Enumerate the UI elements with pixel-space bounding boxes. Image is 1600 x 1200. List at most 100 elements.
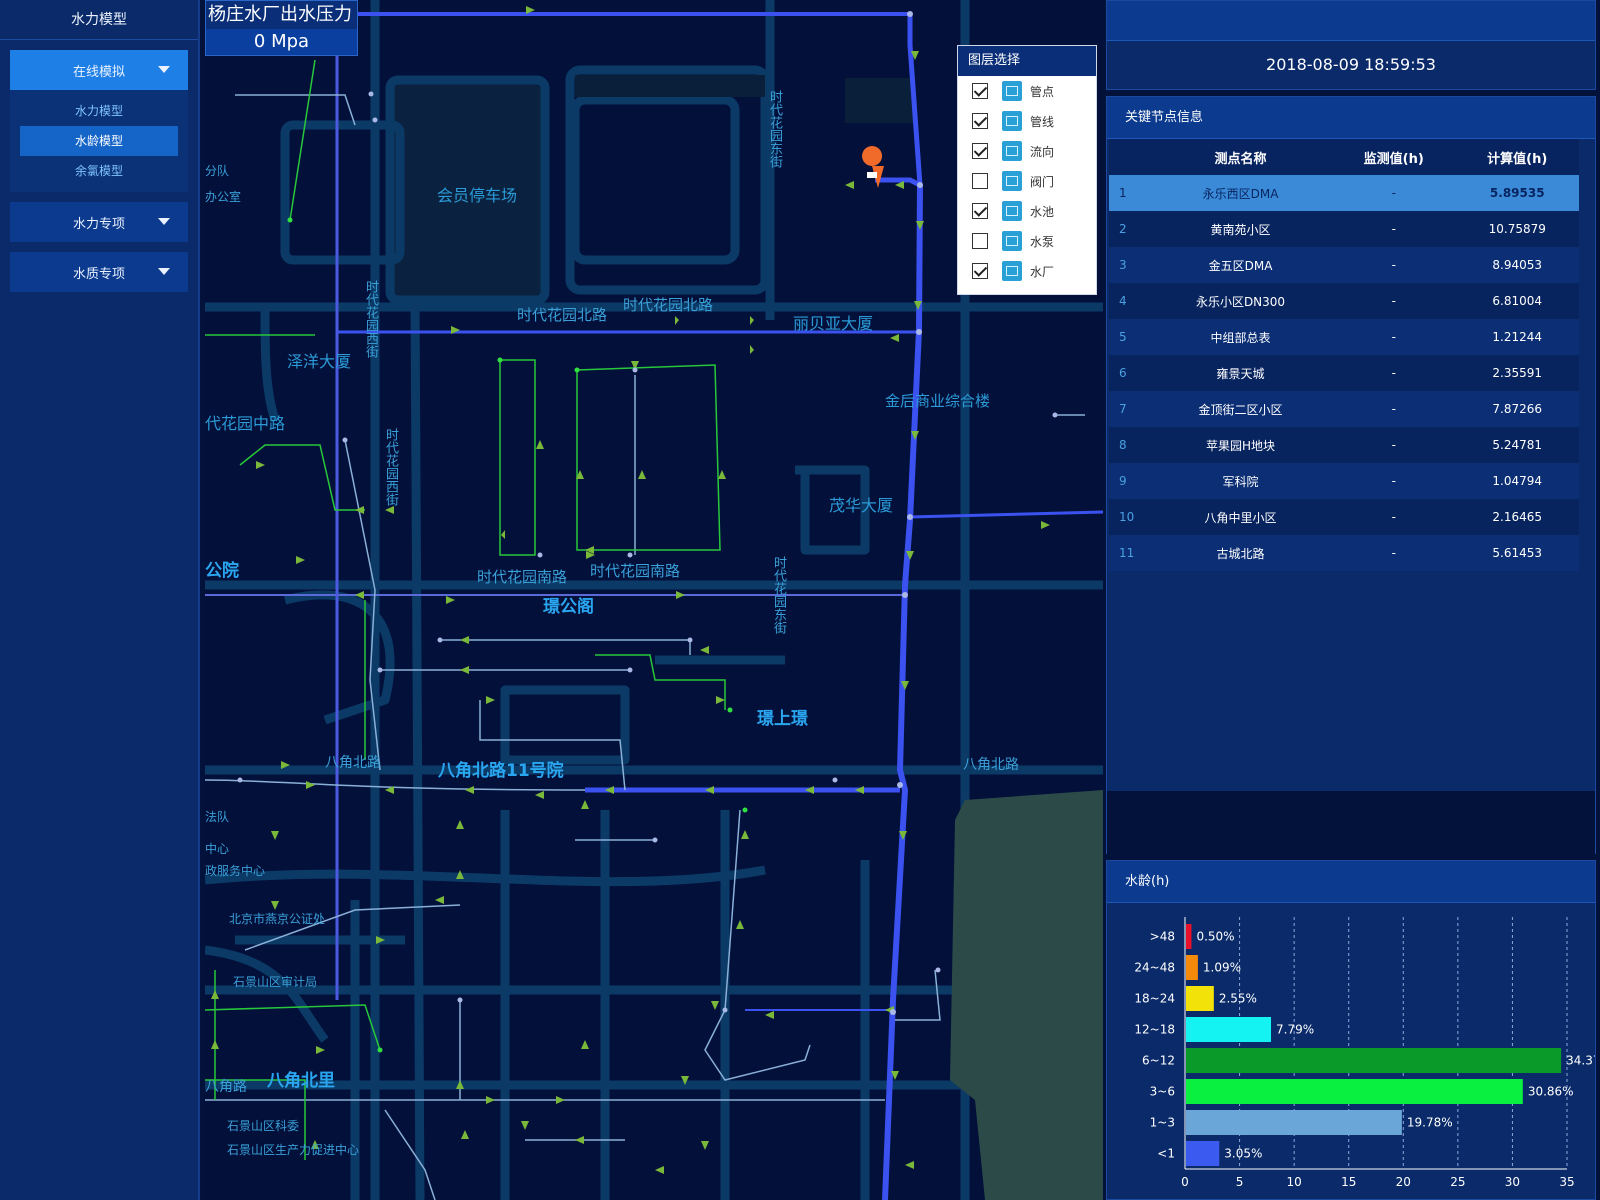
park-area [950, 790, 1103, 1200]
data-label: 34.37 [1566, 1054, 1595, 1068]
accordion-hydraulic-special: 水力专项 [10, 202, 188, 242]
layer-label: 水厂 [1030, 264, 1055, 279]
data-label: 3.05% [1224, 1147, 1262, 1161]
row-name: 永乐小区DN300 [1149, 283, 1332, 319]
column-header-idx [1109, 139, 1149, 175]
row-monitor-value: - [1332, 283, 1456, 319]
table-row[interactable]: 9 军科院 -1.04794 [1109, 463, 1579, 499]
layer-row[interactable]: 水池 [958, 196, 1096, 226]
map-label: 八角北里 [267, 1071, 335, 1091]
bar [1186, 986, 1214, 1011]
layer-row[interactable]: 阀门 [958, 166, 1096, 196]
accordion-header-hydraulic-special[interactable]: 水力专项 [10, 202, 188, 242]
table-row[interactable]: 7 金顶街二区小区 -7.87266 [1109, 391, 1579, 427]
layer-row[interactable]: 管线 [958, 106, 1096, 136]
layer-checkbox[interactable] [972, 143, 988, 159]
row-calc-value: 5.89535 [1455, 175, 1579, 211]
accordion-quality-special: 水质专项 [10, 252, 188, 292]
map-label: 金后商业综合楼 [885, 392, 991, 410]
datetime-panel: 2018-08-09 18:59:53 [1106, 0, 1596, 90]
water-age-chart: 0 5 10 15 20 25 30 35 >48 0.50% 24~48 1.09% 18~24 2.5… [1134, 917, 1595, 1189]
map-label: 中心 [205, 842, 230, 856]
layer-checkbox[interactable] [972, 83, 988, 99]
x-tick-label: 10 [1287, 1175, 1302, 1189]
category-label: 18~24 [1134, 992, 1175, 1006]
table-row[interactable]: 4 永乐小区DN300-6.81004 [1109, 283, 1579, 319]
row-name: 中组部总表 [1149, 319, 1332, 355]
map-label: 八角路 [205, 1079, 247, 1095]
table-row[interactable]: 1 永乐西区DMA -5.89535 [1109, 175, 1579, 211]
row-calc-value: 5.61453 [1455, 535, 1579, 571]
accordion-header-quality-special[interactable]: 水质专项 [10, 252, 188, 292]
row-name: 黄南苑小区 [1149, 211, 1332, 247]
accordion-label: 水力专项 [72, 216, 125, 232]
layer-icon [1002, 261, 1022, 281]
bar [1186, 924, 1192, 949]
row-name: 雍景天城 [1149, 355, 1332, 391]
sidebar-item-hydraulic-model[interactable]: 水力模型 [20, 96, 178, 126]
layer-icon [1002, 231, 1022, 251]
map-label: 八角北路11号院 [438, 761, 564, 781]
category-label: 24~48 [1134, 961, 1175, 975]
table-row[interactable]: 8 苹果园H地块 -5.24781 [1109, 427, 1579, 463]
row-index: 7 [1109, 391, 1149, 427]
map-label: 政服务中心 [205, 864, 266, 878]
layer-checkbox[interactable] [972, 233, 988, 249]
accordion-label: 水质专项 [72, 266, 125, 282]
table-row[interactable]: 3 金五区DMA -8.94053 [1109, 247, 1579, 283]
left-sidebar: 水力模型 在线模拟 水力模型 水龄模型 余氯模型 水力专项 水质专项 [0, 0, 200, 1200]
map-block [575, 75, 765, 97]
layer-checkbox[interactable] [972, 263, 988, 279]
pressure-value: 0 Mpa [253, 31, 310, 52]
right-panels: 2018-08-09 18:59:53 关键节点信息 测点名称 监测值(h) 计… [1106, 0, 1600, 1200]
row-index: 2 [1109, 211, 1149, 247]
row-index: 9 [1109, 463, 1149, 499]
category-label: 3~6 [1150, 1085, 1175, 1099]
row-index: 10 [1109, 499, 1149, 535]
accordion-online-sim: 在线模拟 水力模型 水龄模型 余氯模型 [10, 50, 188, 192]
row-index: 11 [1109, 535, 1149, 571]
map-label: 时代花园东街 [771, 556, 786, 634]
x-tick-label: 20 [1396, 1175, 1411, 1189]
layer-row[interactable]: 水厂 [958, 256, 1096, 286]
row-calc-value: 1.21244 [1455, 319, 1579, 355]
table-row[interactable]: 10 八角中里小区 -2.16465 [1109, 499, 1579, 535]
x-tick-label: 25 [1450, 1175, 1465, 1189]
row-index: 5 [1109, 319, 1149, 355]
layer-checkbox[interactable] [972, 113, 988, 129]
accordion-header-online-sim[interactable]: 在线模拟 [10, 50, 188, 90]
row-index: 6 [1109, 355, 1149, 391]
row-calc-value: 2.35591 [1455, 355, 1579, 391]
data-label: 0.50% [1196, 930, 1234, 944]
layer-panel: 图层选择 管点 管线 流向 阀门 水池 水泵 水厂 [957, 45, 1097, 295]
chevron-down-icon [158, 218, 170, 225]
key-node-panel-title: 关键节点信息 [1107, 97, 1595, 139]
map-label: 泽洋大厦 [287, 352, 352, 371]
row-monitor-value: - [1332, 247, 1456, 283]
sidebar-item-chlorine-model[interactable]: 余氯模型 [20, 156, 178, 186]
category-label: 12~18 [1134, 1023, 1175, 1037]
layer-row[interactable]: 水泵 [958, 226, 1096, 256]
plant-pressure-box: 杨庄水厂出水压力 0 Mpa [205, 0, 358, 56]
layer-checkbox[interactable] [972, 203, 988, 219]
table-row[interactable]: 6 雍景天城 -2.35591 [1109, 355, 1579, 391]
map-label: 时代花园西街 [383, 428, 398, 506]
x-tick-label: 0 [1181, 1175, 1189, 1189]
map-label: 石景山区生产力促进中心 [227, 1143, 360, 1157]
bar [1186, 955, 1198, 980]
row-index: 8 [1109, 427, 1149, 463]
row-name: 八角中里小区 [1149, 499, 1332, 535]
row-index: 3 [1109, 247, 1149, 283]
table-row[interactable]: 5 中组部总表 -1.21244 [1109, 319, 1579, 355]
column-header-name: 测点名称 [1149, 139, 1332, 175]
table-row[interactable]: 11 古城北路 -5.61453 [1109, 535, 1579, 571]
layer-row[interactable]: 流向 [958, 136, 1096, 166]
layer-row[interactable]: 管点 [958, 76, 1096, 106]
sidebar-item-water-age-model[interactable]: 水龄模型 [20, 126, 178, 156]
layer-checkbox[interactable] [972, 173, 988, 189]
network-map[interactable]: 会员停车场 时代花园北路 时代花园北路 丽贝亚大厦 泽洋大厦 金后商业综合楼 代… [205, 0, 1103, 1200]
row-calc-value: 10.75879 [1455, 211, 1579, 247]
map-label: 时代花园北路 [517, 306, 608, 324]
table-row[interactable]: 2 黄南苑小区 -10.75879 [1109, 211, 1579, 247]
x-tick-label: 30 [1505, 1175, 1520, 1189]
